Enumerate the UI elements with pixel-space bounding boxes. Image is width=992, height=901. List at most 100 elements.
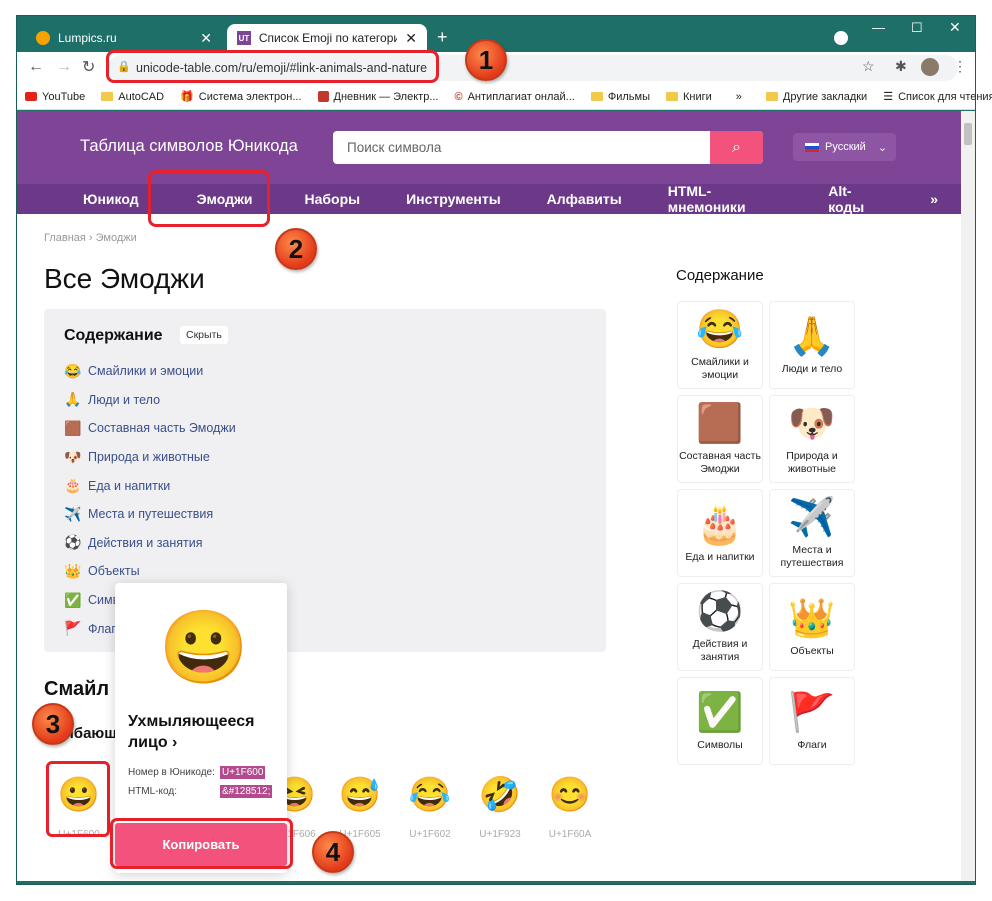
close-tab-icon[interactable]: ✕ [405, 30, 417, 47]
sidebar-card-nature[interactable]: 🐶 Природа и животные [769, 395, 855, 483]
annotation-badge-4: 4 [312, 831, 354, 873]
toc-item-objects[interactable]: 👑 Объекты [64, 557, 236, 586]
toc-item-travel[interactable]: ✈️ Места и путешествия [64, 500, 236, 529]
youtube-icon [25, 92, 37, 101]
popup-emoji-name[interactable]: Ухмыляющееся лицо › [128, 711, 278, 753]
sidebar-card-food[interactable]: 🎂 Еда и напитки [677, 489, 763, 577]
maximize-icon[interactable]: ☐ [911, 20, 923, 36]
lumpics-favicon-icon [36, 31, 50, 45]
sidebar-card-people[interactable]: 🙏 Люди и тело [769, 301, 855, 389]
dog-icon: 🐶 [788, 403, 836, 445]
emoji-cell[interactable]: 😂 U+1F602 [405, 775, 455, 840]
nav-unicode[interactable]: Юникод [17, 191, 162, 207]
tab-title: Список Emoji по категориям, в [258, 31, 398, 45]
bookmark-filmy[interactable]: Фильмы [583, 91, 658, 103]
sidebar-card-symbols[interactable]: ✅ Символы [677, 677, 763, 765]
bookmark-other[interactable]: Другие закладки [758, 91, 875, 103]
sidebar-card-activities[interactable]: ⚽ Действия и занятия [677, 583, 763, 671]
back-icon[interactable]: ← [28, 58, 44, 76]
bookmark-star-icon[interactable]: ☆ [862, 58, 875, 75]
annotation-copy-outline [110, 818, 293, 869]
search-icon: ⌕ [732, 138, 741, 156]
annotation-badge-2: 2 [275, 228, 317, 270]
toc-item-activities[interactable]: ⚽ Действия и занятия [64, 529, 236, 558]
dog-icon: 🐶 [64, 448, 82, 465]
flag-icon: 🚩 [788, 691, 836, 734]
popup-html-label: HTML-код: [128, 786, 177, 797]
toc-item-food[interactable]: 🎂 Еда и напитки [64, 471, 236, 500]
tab-unicode-table[interactable]: UT Список Emoji по категориям, в ✕ [227, 24, 427, 52]
toc-item-smileys[interactable]: 😂 Смайлики и эмоции [64, 357, 236, 386]
search-input[interactable]: Поиск символа [333, 131, 763, 164]
airplane-icon: ✈️ [788, 497, 836, 539]
annotation-badge-3: 3 [32, 703, 74, 745]
page-scrollbar[interactable] [961, 111, 975, 881]
annotation-badge-1: 1 [465, 39, 507, 81]
sidebar-card-travel[interactable]: ✈️ Места и путешествия [769, 489, 855, 577]
sidebar-card-objects[interactable]: 👑 Объекты [769, 583, 855, 671]
sidebar-card-components[interactable]: 🟫 Составная часть Эмоджи [677, 395, 763, 483]
folder-icon [765, 92, 778, 101]
minimize-icon[interactable]: — [872, 20, 885, 35]
reload-icon[interactable]: ↻ [82, 57, 95, 77]
nav-alphabets[interactable]: Алфавиты [524, 191, 645, 207]
toc-item-nature[interactable]: 🐶 Природа и животные [64, 443, 236, 472]
antiplagiat-icon: © [454, 90, 463, 103]
bookmarks-overflow[interactable]: » [720, 91, 758, 103]
folder-icon [590, 92, 603, 101]
close-tab-icon[interactable]: ✕ [200, 30, 212, 47]
toc-item-components[interactable]: 🟫 Составная часть Эмоджи [64, 414, 236, 443]
menu-icon[interactable]: ⋮ [953, 58, 967, 75]
russia-flag-icon [805, 142, 819, 152]
check-mark-icon: ✅ [696, 691, 744, 734]
language-select[interactable]: Русский ⌄ [793, 133, 896, 161]
nav-sets[interactable]: Наборы [282, 191, 384, 207]
nav-alt-codes[interactable]: Alt-коды [805, 183, 907, 215]
reading-list[interactable]: ☰ Список для чтения [875, 90, 992, 104]
reading-list-icon: ☰ [883, 91, 894, 103]
emoji-cell[interactable]: 😅 U+1F605 [335, 775, 385, 840]
annotation-emoji-outline [46, 761, 110, 837]
bookmark-knigi[interactable]: Книги [658, 91, 720, 103]
close-window-icon[interactable]: ✕ [949, 19, 961, 36]
chevron-down-icon: ⌄ [877, 141, 888, 154]
bookmark-dnevnik[interactable]: Дневник — Электр... [310, 91, 447, 103]
toc-item-people[interactable]: 🙏 Люди и тело [64, 386, 236, 415]
nav-html-entities[interactable]: HTML-мнемоники [645, 183, 805, 215]
bookmark-sistema[interactable]: 🎁 Система электрон... [172, 90, 309, 104]
bookmark-youtube[interactable]: YouTube [17, 91, 93, 103]
breadcrumb[interactable]: Главная › Эмоджи [44, 232, 137, 244]
avatar[interactable] [921, 58, 939, 76]
soccer-ball-icon: ⚽ [64, 534, 82, 551]
bookmark-antiplagiat[interactable]: © Антиплагиат онлай... [446, 91, 582, 103]
toc-hide-button[interactable]: Скрыть [180, 326, 228, 344]
new-tab-icon[interactable]: + [437, 27, 448, 48]
check-mark-icon: ✅ [64, 591, 82, 608]
toc-title: Содержание [64, 327, 163, 344]
gift-icon: 🎁 [180, 91, 194, 103]
annotation-emoji-outline [148, 170, 270, 227]
rofl-face-icon: 🤣 [478, 776, 522, 814]
extensions-icon[interactable]: ✱ [895, 58, 907, 75]
sidebar-card-smileys[interactable]: 😂 Смайлики и эмоции [677, 301, 763, 389]
blush-face-icon: 😊 [548, 776, 592, 814]
cake-icon: 🎂 [696, 503, 744, 546]
profile-menu-icon[interactable] [834, 31, 848, 45]
nav-more[interactable]: » [907, 191, 961, 207]
emoji-cell[interactable]: 😊 U+1F60A [545, 775, 595, 840]
tab-lumpics[interactable]: Lumpics.ru ✕ [26, 24, 222, 52]
emoji-cell[interactable]: 🤣 U+1F923 [475, 775, 525, 840]
scrollbar-thumb[interactable] [964, 123, 972, 145]
search-button[interactable]: ⌕ [710, 131, 763, 164]
bookmark-autocad[interactable]: AutoCAD [93, 91, 172, 103]
page-title: Все Эмоджи [44, 263, 205, 294]
sidebar-card-flags[interactable]: 🚩 Флаги [769, 677, 855, 765]
popup-unicode-value[interactable]: U+1F600 [220, 766, 266, 779]
skin-tone-icon: 🟫 [696, 403, 744, 445]
forward-icon[interactable]: → [56, 58, 72, 76]
pray-icon: 🙏 [64, 391, 82, 408]
diary-icon [317, 91, 329, 102]
nav-tools[interactable]: Инструменты [383, 191, 524, 207]
popup-html-value[interactable]: &#128512; [220, 785, 273, 798]
site-logo[interactable]: Таблица символов Юникода [80, 137, 298, 156]
